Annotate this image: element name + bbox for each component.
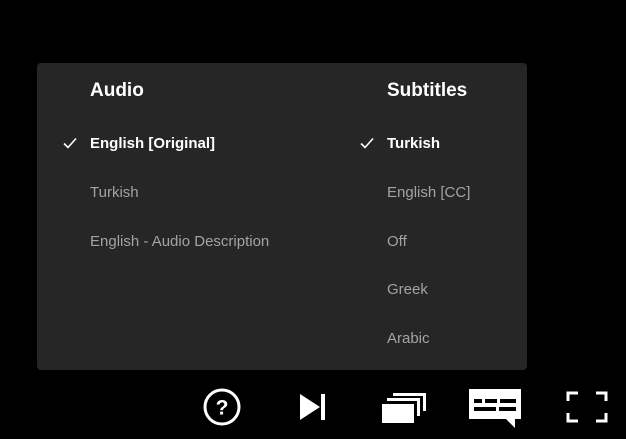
fullscreen-button[interactable] xyxy=(566,386,608,428)
audio-heading: Audio xyxy=(90,80,144,101)
audio-subtitles-icon xyxy=(469,389,521,428)
subtitle-option-turkish[interactable]: Turkish xyxy=(335,131,527,161)
audio-option-english-original[interactable]: English [Original] xyxy=(37,131,337,161)
svg-text:?: ? xyxy=(216,397,229,420)
subtitle-option-english-cc[interactable]: English [CC] xyxy=(335,180,527,210)
subtitle-option-label: Greek xyxy=(387,281,428,298)
subtitle-option-label: Off xyxy=(387,233,407,250)
fullscreen-icon xyxy=(566,391,608,423)
checkmark-icon xyxy=(63,137,77,149)
audio-subtitles-button[interactable] xyxy=(468,386,522,428)
video-player-stage: Audio English [Original] Turkish English… xyxy=(0,0,626,439)
subtitles-heading: Subtitles xyxy=(387,80,468,101)
subtitle-option-label: Turkish xyxy=(387,135,441,152)
player-controls-bar: ? xyxy=(0,380,626,439)
next-episode-button[interactable] xyxy=(298,386,328,428)
audio-option-label: English - Audio Description xyxy=(90,233,270,250)
audio-option-label: Turkish xyxy=(90,184,139,201)
episodes-icon xyxy=(382,393,426,423)
next-episode-icon xyxy=(300,394,325,420)
subtitle-option-off[interactable]: Off xyxy=(335,229,527,259)
audio-subtitles-panel: Audio English [Original] Turkish English… xyxy=(37,63,527,370)
audio-option-turkish[interactable]: Turkish xyxy=(37,180,337,210)
subtitle-option-greek[interactable]: Greek xyxy=(335,277,527,307)
help-button[interactable]: ? xyxy=(202,386,242,428)
help-icon: ? xyxy=(203,388,241,426)
checkmark-icon xyxy=(360,137,374,149)
audio-option-label: English [Original] xyxy=(90,135,216,152)
audio-option-english-audio-description[interactable]: English - Audio Description xyxy=(37,229,337,259)
subtitle-option-label: English [CC] xyxy=(387,184,471,201)
subtitle-option-arabic[interactable]: Arabic xyxy=(335,326,527,356)
subtitle-option-label: Arabic xyxy=(387,330,430,347)
episodes-button[interactable] xyxy=(381,386,427,428)
